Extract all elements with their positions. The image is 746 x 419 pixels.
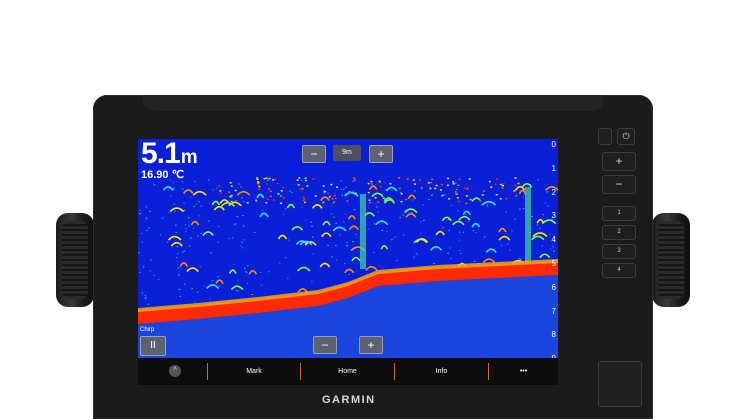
zoom-in-key[interactable]: + bbox=[602, 152, 636, 171]
preset-key-4[interactable]: 4 bbox=[602, 263, 636, 278]
range-label[interactable]: 9m bbox=[333, 145, 361, 161]
softkey-bar: ^ Mark Home Info ••• bbox=[138, 358, 558, 385]
sonar-screen[interactable]: 5.1m 16.90 ℃ − 9m + 0123456789 Chirp II … bbox=[138, 139, 558, 358]
zoom-out-button[interactable]: − bbox=[302, 145, 326, 163]
brand-logo: GARMIN bbox=[322, 394, 376, 406]
power-button[interactable]: ⏻ bbox=[617, 128, 635, 145]
top-bevel bbox=[143, 95, 603, 111]
more-button[interactable]: ••• bbox=[489, 358, 558, 385]
zoom-out-key[interactable]: − bbox=[602, 175, 636, 194]
home-button[interactable]: Home bbox=[301, 358, 394, 385]
info-button[interactable]: Info bbox=[395, 358, 488, 385]
mark-button[interactable]: Mark bbox=[208, 358, 300, 385]
chirp-label: Chirp bbox=[140, 327, 155, 333]
depth-scale-label: 4 bbox=[551, 235, 556, 245]
preset-key-3[interactable]: 3 bbox=[602, 244, 636, 259]
depth-scale-label: 1 bbox=[551, 163, 556, 173]
depth-value: 5.1 bbox=[141, 139, 181, 170]
depth-scale-label: 2 bbox=[551, 187, 556, 197]
gain-plus-button[interactable]: + bbox=[359, 336, 383, 354]
water-temperature: 16.90 ℃ bbox=[141, 169, 184, 181]
depth-scale-label: 8 bbox=[551, 330, 556, 340]
right-mount-knob[interactable] bbox=[652, 213, 690, 307]
gain-minus-button[interactable]: − bbox=[313, 336, 337, 354]
sonar-image bbox=[138, 177, 558, 358]
depth-readout: 5.1m bbox=[141, 139, 198, 171]
depth-scale-label: 0 bbox=[551, 140, 556, 149]
pause-button[interactable]: II bbox=[140, 336, 166, 356]
depth-scale-label: 5 bbox=[551, 259, 556, 268]
depth-scale-label: 6 bbox=[551, 282, 556, 292]
depth-unit: m bbox=[180, 147, 198, 168]
light-sensor bbox=[598, 128, 612, 145]
zoom-in-button[interactable]: + bbox=[369, 145, 393, 163]
preset-key-2[interactable]: 2 bbox=[602, 225, 636, 240]
keypad-panel[interactable] bbox=[598, 361, 642, 407]
navigation-icon[interactable]: ^ bbox=[169, 365, 181, 377]
left-mount-knob[interactable] bbox=[56, 213, 94, 307]
depth-scale-label: 7 bbox=[551, 306, 556, 316]
depth-scale-label: 3 bbox=[551, 211, 556, 221]
power-icon: ⏻ bbox=[622, 131, 630, 141]
preset-key-1[interactable]: 1 bbox=[602, 206, 636, 221]
